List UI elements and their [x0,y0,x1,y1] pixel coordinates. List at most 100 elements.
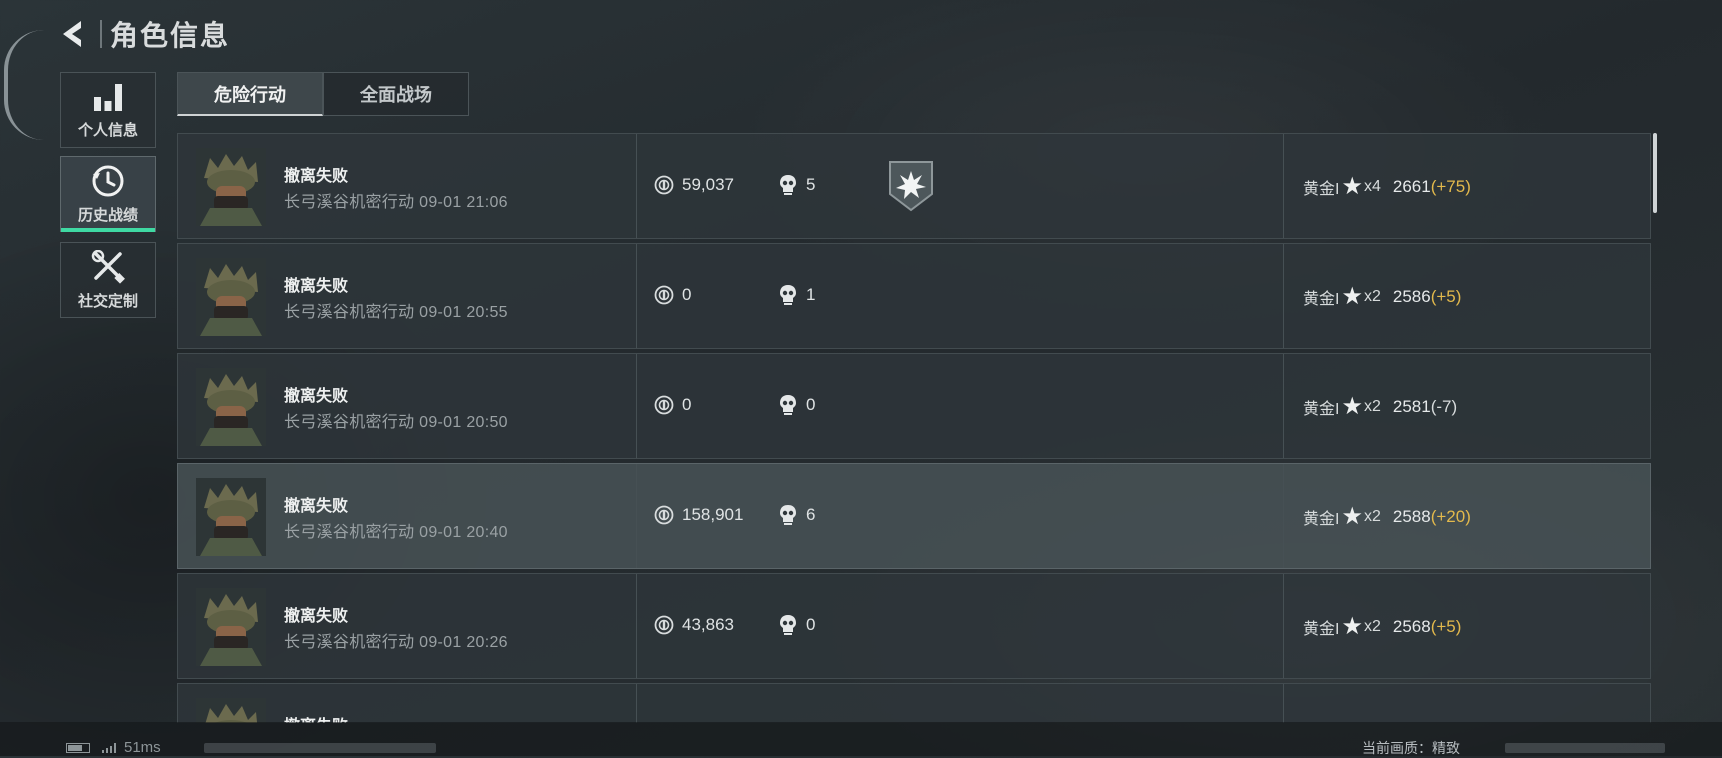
match-result: 撤离失败 [284,388,349,405]
star-count: x2 [1363,508,1381,525]
screen-edge-curve [4,30,48,140]
rank-tier: 黄金I [1303,621,1340,638]
kill-count: 6 [806,505,816,524]
kill-count: 1 [806,285,816,304]
sidebar-item-history[interactable]: 历史战绩 [60,156,156,232]
operator-avatar [196,698,266,723]
sidebar-item-social[interactable]: 社交定制 [60,242,156,318]
match-row[interactable]: 撤离失败 长弓溪谷机密行动 09-01 20:55 0 1 黄金I ★ x2 2… [177,243,1651,349]
column-divider [1283,134,1284,238]
obscured-text [204,743,436,753]
rank-info: 黄金I ★ x2 2568 (+5) [1303,615,1461,639]
match-row[interactable]: 撤离失败 长弓溪谷机密行动 09-01 20:40 158,901 6 黄金I … [177,463,1651,569]
rank-tier: 黄金I [1303,181,1340,198]
star-icon: ★ [1341,283,1363,310]
operator-avatar [196,148,266,226]
rank-delta: (+20) [1430,507,1471,526]
column-divider [636,574,637,678]
tools-icon [91,249,125,284]
graphics-quality: 当前画质：精致 [1362,740,1460,756]
rank-score: 2581 [1392,397,1431,416]
kill-count: 0 [806,615,816,634]
coin-icon [654,395,674,415]
operator-avatar [196,478,266,556]
rank-score: 2568 [1392,617,1431,636]
column-divider [1283,244,1284,348]
back-arrow-icon [63,21,81,47]
history-clock-icon [92,165,124,196]
coin-value: 43,863 [682,615,734,634]
column-divider [636,354,637,458]
list-scrollbar[interactable] [1653,133,1657,213]
skull-icon [780,395,796,415]
rank-tier: 黄金I [1303,511,1340,528]
rank-delta: (+75) [1430,177,1471,196]
rank-info: 黄金I ★ x2 2586 (+5) [1303,285,1461,309]
star-icon: ★ [1341,173,1363,200]
match-detail: 长弓溪谷机密行动 09-01 20:26 [284,634,508,651]
operator-avatar [196,258,266,336]
match-history-list[interactable]: 撤离失败 长弓溪谷机密行动 09-01 21:06 59,037 5 黄金I ★… [177,133,1651,723]
coin-value: 59,037 [682,175,734,194]
coin-value: 0 [682,285,692,304]
star-icon: ★ [1341,393,1363,420]
rank-score: 2588 [1392,507,1431,526]
tab-full-battlefield[interactable]: 全面战场 [323,72,469,116]
rank-tier: 黄金I [1303,401,1340,418]
coin-value: 158,901 [682,505,744,524]
obscured-text [1505,743,1665,753]
rank-delta: (+5) [1430,287,1462,306]
rank-delta: (-7) [1430,397,1458,416]
explosion-shield-icon [889,161,933,212]
match-row[interactable]: 撤离失败 [177,683,1651,723]
rank-delta: (+5) [1430,617,1462,636]
column-divider [1283,684,1284,723]
skull-icon [780,175,796,195]
rank-info: 黄金I ★ x2 2588 (+20) [1303,505,1471,529]
column-divider [1283,354,1284,458]
mode-tabs: 危险行动 全面战场 [177,72,469,116]
rank-info: 黄金I ★ x4 2661 (+75) [1303,175,1471,199]
sidebar-item-label: 社交定制 [77,292,138,310]
star-count: x4 [1363,178,1381,195]
column-divider [636,244,637,348]
operator-avatar [196,588,266,666]
column-divider [636,684,637,723]
match-result: 撤离失败 [284,168,349,185]
rank-info: 黄金I ★ x2 2581 (-7) [1303,395,1457,419]
rank-tier: 黄金I [1303,291,1340,308]
ping-value: 51ms [124,739,161,756]
sidebar-item-label: 历史战绩 [77,206,138,224]
signal-icon [102,743,116,753]
match-detail: 长弓溪谷机密行动 09-01 21:06 [284,194,508,211]
match-detail: 长弓溪谷机密行动 09-01 20:40 [284,524,508,541]
header-divider [100,20,102,48]
star-icon: ★ [1341,613,1363,640]
sidebar-item-label: 个人信息 [77,121,138,139]
battery-icon [66,743,90,753]
match-row[interactable]: 撤离失败 长弓溪谷机密行动 09-01 20:50 0 0 黄金I ★ x2 2… [177,353,1651,459]
header: 角色信息 [58,14,230,54]
kill-count: 0 [806,395,816,414]
tab-danger-operation[interactable]: 危险行动 [177,72,323,116]
match-detail: 长弓溪谷机密行动 09-01 20:50 [284,414,508,431]
coin-icon [654,505,674,525]
match-row[interactable]: 撤离失败 长弓溪谷机密行动 09-01 21:06 59,037 5 黄金I ★… [177,133,1651,239]
coin-value: 0 [682,395,692,414]
coin-icon [654,285,674,305]
star-icon: ★ [1341,503,1363,530]
rank-score: 2586 [1392,287,1431,306]
page-title: 角色信息 [110,20,231,51]
coin-icon [654,615,674,635]
match-result: 撤离失败 [284,498,349,515]
bar-chart-icon [94,83,122,111]
back-button[interactable] [58,19,88,49]
column-divider [636,134,637,238]
match-row[interactable]: 撤离失败 长弓溪谷机密行动 09-01 20:26 43,863 0 黄金I ★… [177,573,1651,679]
star-count: x2 [1363,618,1381,635]
match-result: 撤离失败 [284,278,349,295]
star-count: x2 [1363,398,1381,415]
sidebar-item-profile[interactable]: 个人信息 [60,72,156,148]
operator-avatar [196,368,266,446]
skull-icon [780,505,796,525]
